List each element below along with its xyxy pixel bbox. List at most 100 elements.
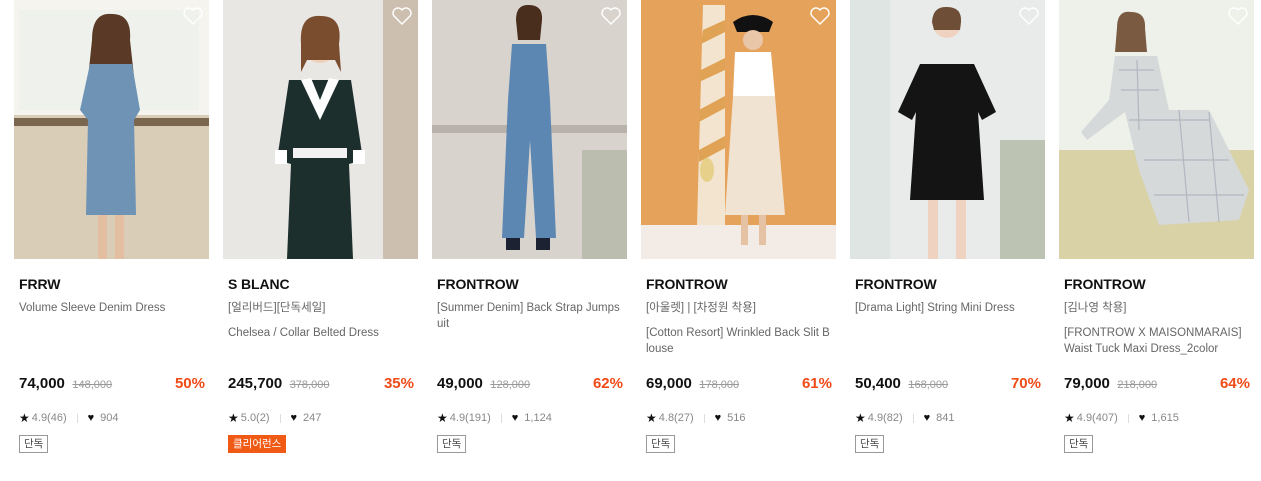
review-meta: ★ 5.0(2) ♥ 247 — [228, 410, 321, 426]
heart-icon[interactable] — [1226, 4, 1250, 28]
heart-icon[interactable] — [808, 4, 832, 28]
price-row: 69,000 178,000 61% — [646, 375, 832, 395]
like-count: 516 — [727, 412, 746, 424]
brand-name[interactable]: FRONTROW — [646, 276, 728, 292]
heart-filled-icon: ♥ — [923, 412, 931, 424]
product-photo — [432, 0, 627, 259]
divider — [279, 413, 281, 423]
product-name[interactable]: [얼리버드][단독세일] Chelsea / Collar Belted Dre… — [228, 300, 414, 341]
product-name-line[interactable]: [Drama Light] String Mini Dress — [855, 300, 1041, 316]
rating: 4.9(46) — [31, 412, 67, 424]
rating: 5.0(2) — [240, 412, 270, 424]
product-image[interactable] — [14, 0, 209, 259]
price-row: 50,400 168,000 70% — [855, 375, 1041, 395]
original-price: 168,000 — [908, 379, 949, 391]
price-row: 79,000 218,000 64% — [1064, 375, 1250, 395]
product-card[interactable]: FRONTROW [김나영 착용] [FRONTROW X MAISONMARA… — [1059, 0, 1254, 481]
product-grid: FRRW Volume Sleeve Denim Dress 74,000 14… — [14, 0, 1254, 481]
product-photo — [223, 0, 418, 259]
star-icon: ★ — [646, 411, 657, 425]
brand-name[interactable]: FRONTROW — [855, 276, 937, 292]
discount-rate: 70% — [1010, 375, 1041, 392]
exclusive-badge: 단독 — [646, 435, 676, 453]
sale-price: 50,400 — [855, 375, 901, 392]
exclusive-badge: 단독 — [437, 435, 467, 453]
product-image[interactable] — [641, 0, 836, 259]
product-name-line[interactable]: [Summer Denim] Back Strap Jumpsuit — [437, 300, 623, 332]
product-card[interactable]: S BLANC [얼리버드][단독세일] Chelsea / Collar Be… — [223, 0, 418, 481]
discount-rate: 50% — [174, 375, 205, 392]
price-row: 49,000 128,000 62% — [437, 375, 623, 395]
divider — [1127, 413, 1129, 423]
product-name[interactable]: [Summer Denim] Back Strap Jumpsuit — [437, 300, 623, 332]
rating: 4.9(191) — [449, 412, 491, 424]
product-photo — [641, 0, 836, 259]
sale-price: 74,000 — [19, 375, 65, 392]
product-image[interactable] — [1059, 0, 1254, 259]
dress-shape — [80, 64, 140, 215]
like-count: 841 — [936, 412, 955, 424]
product-card[interactable]: FRONTROW [Drama Light] String Mini Dress… — [850, 0, 1045, 481]
rating: 4.9(82) — [867, 412, 903, 424]
like-count: 904 — [100, 412, 119, 424]
sale-price: 245,700 — [228, 375, 283, 392]
like-count: 1,615 — [1151, 412, 1179, 424]
star-icon: ★ — [437, 411, 448, 425]
product-photo — [1059, 0, 1254, 259]
product-card[interactable]: FRRW Volume Sleeve Denim Dress 74,000 14… — [14, 0, 209, 481]
like-count: 247 — [303, 412, 322, 424]
brand-name[interactable]: FRONTROW — [1064, 276, 1146, 292]
original-price: 218,000 — [1117, 379, 1158, 391]
heart-icon[interactable] — [599, 4, 623, 28]
discount-rate: 62% — [592, 375, 623, 392]
review-meta: ★ 4.9(46) ♥ 904 — [19, 410, 119, 426]
product-name-line[interactable]: [아울렛] | [차정원 착용] — [646, 300, 832, 316]
rating: 4.9(407) — [1076, 412, 1118, 424]
product-name-line[interactable]: Chelsea / Collar Belted Dress — [228, 325, 414, 341]
product-name-line[interactable]: [얼리버드][단독세일] — [228, 300, 414, 316]
review-meta: ★ 4.9(82) ♥ 841 — [855, 410, 955, 426]
divider — [76, 413, 78, 423]
product-card[interactable]: FRONTROW [아울렛] | [차정원 착용] [Cotton Resort… — [641, 0, 836, 481]
discount-rate: 35% — [383, 375, 414, 392]
discount-rate: 61% — [801, 375, 832, 392]
clearance-badge: 클리어런스 — [228, 435, 287, 453]
sale-price: 69,000 — [646, 375, 692, 392]
brand-name[interactable]: S BLANC — [228, 276, 290, 292]
product-name[interactable]: [Drama Light] String Mini Dress — [855, 300, 1041, 316]
dress-shape — [725, 96, 785, 215]
product-name[interactable]: [김나영 착용] [FRONTROW X MAISONMARAIS] Waist… — [1064, 300, 1250, 357]
review-meta: ★ 4.9(191) ♥ 1,124 — [437, 410, 552, 426]
product-name-line[interactable]: [김나영 착용] — [1064, 300, 1250, 316]
product-name-line[interactable]: [FRONTROW X MAISONMARAIS] Waist Tuck Max… — [1064, 325, 1250, 357]
brand-name[interactable]: FRRW — [19, 276, 60, 292]
heart-icon[interactable] — [181, 4, 205, 28]
sale-price: 49,000 — [437, 375, 483, 392]
heart-filled-icon: ♥ — [290, 412, 298, 424]
product-name-line[interactable]: [Cotton Resort] Wrinkled Back Slit Blous… — [646, 325, 832, 357]
heart-icon[interactable] — [1017, 4, 1041, 28]
product-photo — [14, 0, 209, 259]
product-image[interactable] — [850, 0, 1045, 259]
rating: 4.8(27) — [658, 412, 694, 424]
star-icon: ★ — [855, 411, 866, 425]
product-name-line[interactable]: Volume Sleeve Denim Dress — [19, 300, 205, 316]
product-image[interactable] — [223, 0, 418, 259]
heart-icon[interactable] — [390, 4, 414, 28]
price-row: 74,000 148,000 50% — [19, 375, 205, 395]
product-image[interactable] — [432, 0, 627, 259]
original-price: 148,000 — [72, 379, 113, 391]
divider — [500, 413, 502, 423]
product-name[interactable]: [아울렛] | [차정원 착용] [Cotton Resort] Wrinkle… — [646, 300, 832, 357]
review-meta: ★ 4.9(407) ♥ 1,615 — [1064, 410, 1179, 426]
star-icon: ★ — [1064, 411, 1075, 425]
original-price: 178,000 — [699, 379, 740, 391]
brand-name[interactable]: FRONTROW — [437, 276, 519, 292]
original-price: 128,000 — [490, 379, 531, 391]
exclusive-badge: 단독 — [1064, 435, 1094, 453]
product-name[interactable]: Volume Sleeve Denim Dress — [19, 300, 205, 316]
product-photo — [850, 0, 1045, 259]
product-card[interactable]: FRONTROW [Summer Denim] Back Strap Jumps… — [432, 0, 627, 481]
star-icon: ★ — [19, 411, 30, 425]
heart-filled-icon: ♥ — [511, 412, 519, 424]
